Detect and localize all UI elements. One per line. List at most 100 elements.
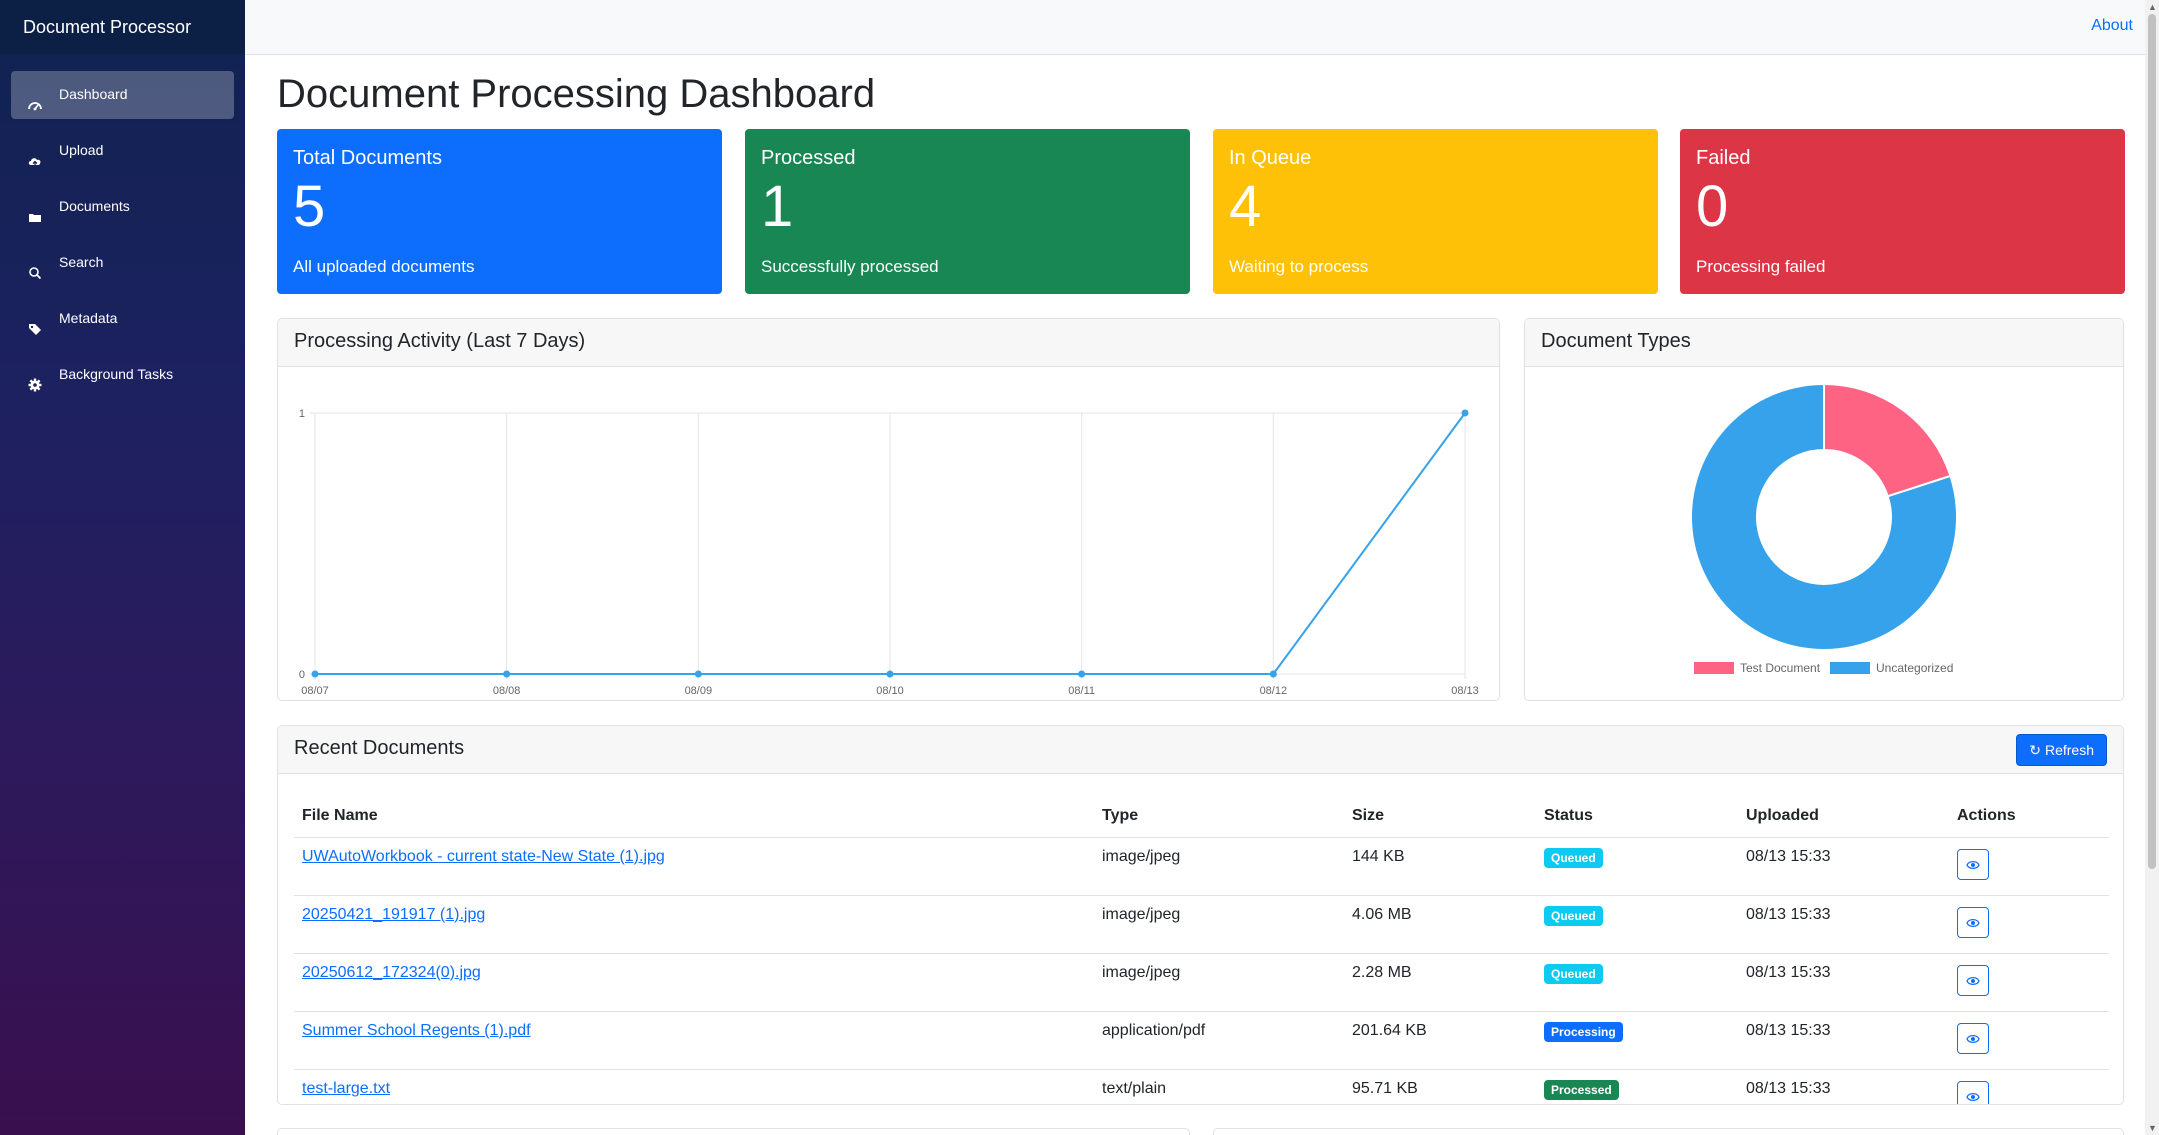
recent-documents-panel: Recent Documents ↻ Refresh File Name Type…	[277, 725, 2124, 1105]
y-tick-label: 0	[299, 669, 305, 681]
stat-value: 5	[293, 174, 326, 239]
table-row: UWAutoWorkbook - current state-New State…	[294, 837, 2109, 896]
panel-title: Processing Activity (Last 7 Days)	[278, 319, 1499, 367]
cell-uploaded: 08/13 15:33	[1738, 1069, 1949, 1104]
sidebar: Document Processor Dashboard Upload Docu…	[0, 0, 245, 1135]
cell-size: 95.71 KB	[1344, 1069, 1536, 1104]
bottom-panel-left	[277, 1128, 1190, 1135]
table-row: 20250612_172324(0).jpg image/jpeg 2.28 MB Q…	[294, 953, 2109, 1012]
panel-title: Recent Documents	[278, 726, 2123, 774]
stat-description: All uploaded documents	[293, 257, 475, 276]
stat-value: 0	[1696, 174, 1729, 239]
column-header-type: Type	[1094, 790, 1344, 838]
tag-icon	[29, 324, 41, 335]
cell-uploaded: 08/13 15:33	[1738, 895, 1949, 954]
stat-title: Failed	[1696, 147, 1751, 169]
about-link[interactable]: About	[2091, 17, 2133, 35]
status-badge: Queued	[1544, 963, 1603, 984]
scroll-down-arrow[interactable]: ▼	[2148, 1123, 2157, 1133]
cell-status: Processing	[1536, 1011, 1738, 1070]
file-link[interactable]: 20250612_172324(0).jpg	[302, 964, 481, 981]
column-header-actions: Actions	[1949, 790, 2109, 838]
sidebar-item-label: Dashboard	[59, 86, 128, 102]
sidebar-item-metadata[interactable]: Metadata	[11, 295, 234, 343]
stat-title: Total Documents	[293, 147, 442, 169]
table-row: Summer School Regents (1).pdf application…	[294, 1011, 2109, 1070]
table-row: test-large.txt text/plain 95.71 KB Processe…	[294, 1069, 2109, 1104]
sidebar-item-search[interactable]: Search	[11, 239, 234, 287]
legend-swatch	[1830, 662, 1870, 674]
view-button[interactable]	[1957, 964, 1989, 996]
stat-card-processed: Processed 1 Successfully processed	[745, 129, 1190, 294]
refresh-button[interactable]: ↻ Refresh	[2016, 734, 2107, 766]
sidebar-nav: Dashboard Upload Documents Search Metada…	[0, 54, 245, 399]
speedometer-icon	[28, 102, 42, 111]
cell-type: text/plain	[1094, 1069, 1344, 1104]
x-tick-label: 08/07	[301, 685, 329, 697]
legend-label[interactable]: Uncategorized	[1876, 661, 1953, 675]
stat-description: Successfully processed	[761, 257, 939, 276]
stat-card-in-queue: In Queue 4 Waiting to process	[1213, 129, 1658, 294]
x-tick-label: 08/08	[493, 685, 521, 697]
stat-description: Waiting to process	[1229, 257, 1369, 276]
eye-icon	[1966, 1092, 1980, 1101]
recent-documents-table: File Name Type Size Status Uploaded Acti…	[294, 790, 2109, 1104]
column-header-size: Size	[1344, 790, 1536, 838]
cell-file-name: Summer School Regents (1).pdf	[294, 1011, 1094, 1070]
document-types-donut-chart[interactable]: Test Document Uncategorized	[1525, 367, 2124, 701]
data-point[interactable]	[503, 670, 511, 678]
data-point[interactable]	[311, 670, 319, 678]
x-tick-label: 08/10	[876, 685, 904, 697]
view-button[interactable]	[1957, 1022, 1989, 1054]
status-badge: Queued	[1544, 905, 1603, 926]
data-point[interactable]	[886, 670, 894, 678]
file-link[interactable]: test-large.txt	[302, 1080, 390, 1097]
cell-actions	[1949, 1011, 2109, 1070]
donut-slice[interactable]	[1823, 382, 1952, 498]
view-button[interactable]	[1957, 1080, 1989, 1104]
stat-value: 1	[761, 174, 794, 239]
document-types-panel: Document Types Test Document Uncategorize…	[1524, 318, 2124, 701]
view-button[interactable]	[1957, 906, 1989, 938]
cell-status: Queued	[1536, 895, 1738, 954]
sidebar-item-background-tasks[interactable]: Background Tasks	[11, 351, 234, 399]
data-point[interactable]	[694, 670, 702, 678]
page-title: Document Processing Dashboard	[277, 72, 876, 116]
page-scrollbar[interactable]: ▲ ▼	[2145, 0, 2159, 1135]
file-link[interactable]: UWAutoWorkbook - current state-New State…	[302, 848, 665, 865]
cell-size: 4.06 MB	[1344, 895, 1536, 954]
cell-status: Queued	[1536, 953, 1738, 1012]
stat-title: Processed	[761, 147, 856, 169]
activity-line-chart[interactable]: 0 1 08/07 08/08 08/09 08/10 08/11 08/12 08/13	[278, 367, 1500, 701]
cell-type: image/jpeg	[1094, 895, 1344, 954]
sidebar-item-label: Search	[59, 254, 104, 270]
scroll-up-arrow[interactable]: ▲	[2148, 2, 2157, 12]
cell-size: 144 KB	[1344, 837, 1536, 896]
cell-file-name: UWAutoWorkbook - current state-New State…	[294, 837, 1094, 896]
column-header-status: Status	[1536, 790, 1738, 838]
brand-title[interactable]: Document Processor	[0, 0, 245, 54]
sidebar-item-documents[interactable]: Documents	[11, 183, 234, 231]
data-point[interactable]	[1461, 409, 1469, 417]
cell-actions	[1949, 895, 2109, 954]
eye-icon	[1966, 976, 1980, 985]
cell-size: 201.64 KB	[1344, 1011, 1536, 1070]
x-tick-label: 08/12	[1260, 685, 1288, 697]
table-header-row: File Name Type Size Status Uploaded Acti…	[294, 790, 2109, 838]
data-point[interactable]	[1078, 670, 1086, 678]
cell-status: Queued	[1536, 837, 1738, 896]
cell-actions	[1949, 837, 2109, 896]
view-button[interactable]	[1957, 848, 1989, 880]
cell-uploaded: 08/13 15:33	[1738, 837, 1949, 896]
x-tick-label: 08/13	[1451, 685, 1479, 697]
legend-swatch	[1694, 662, 1734, 674]
sidebar-item-upload[interactable]: Upload	[11, 127, 234, 175]
sidebar-item-dashboard[interactable]: Dashboard	[11, 71, 234, 119]
file-link[interactable]: 20250421_191917 (1).jpg	[302, 906, 485, 923]
column-header-file-name: File Name	[294, 790, 1094, 838]
table-body: UWAutoWorkbook - current state-New State…	[294, 837, 2109, 1104]
legend-label[interactable]: Test Document	[1740, 661, 1821, 675]
data-point[interactable]	[1269, 670, 1277, 678]
file-link[interactable]: Summer School Regents (1).pdf	[302, 1022, 531, 1039]
scrollbar-thumb[interactable]	[2148, 14, 2156, 869]
